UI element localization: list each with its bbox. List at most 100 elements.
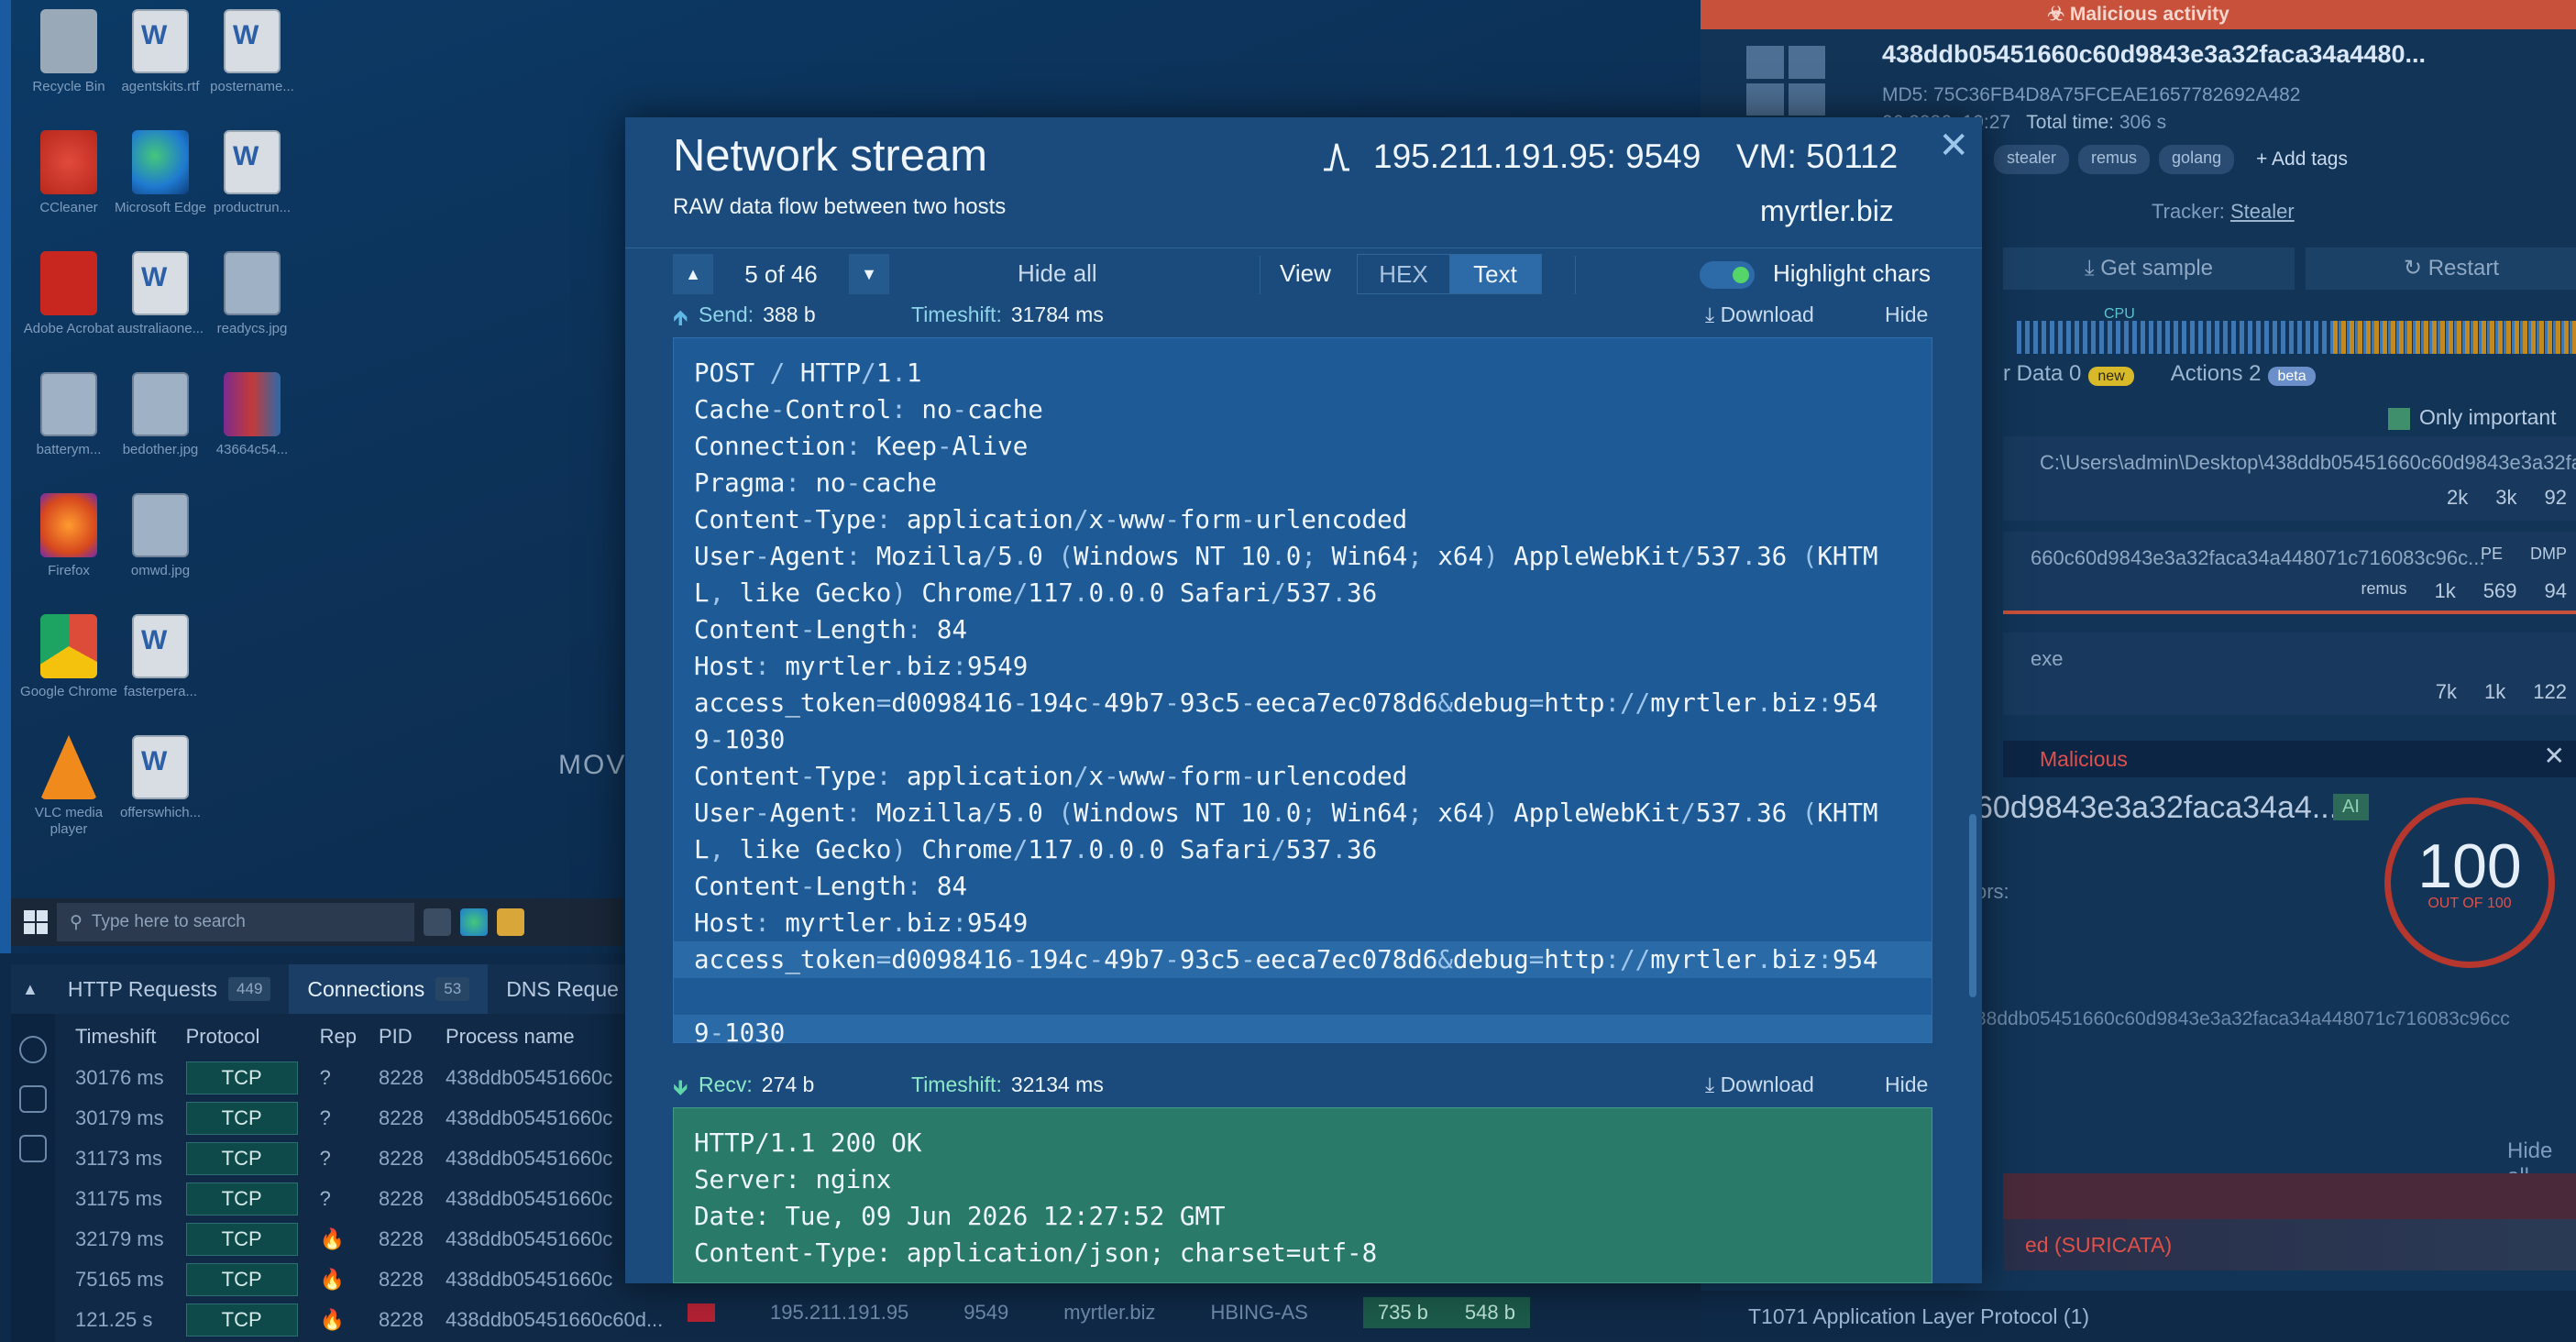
suricata-alert[interactable]: ed (SURICATA): [2003, 1219, 2576, 1270]
tracker-link[interactable]: Stealer: [2230, 200, 2295, 223]
tab-count: 53: [435, 977, 470, 1001]
payload-line: Content-Type: application/json; charset=…: [694, 1238, 1378, 1268]
desktop-icon[interactable]: Firefox: [18, 493, 119, 579]
column-header[interactable]: Rep: [309, 1016, 368, 1058]
table-row[interactable]: 30179 ms TCP? 8228 438ddb05451660c: [64, 1098, 674, 1138]
process-type-tags: PE DMP: [2481, 544, 2567, 564]
get-sample-label: Get sample: [2100, 256, 2213, 280]
tab-connections[interactable]: Connections 53: [289, 964, 489, 1014]
explorer-taskbar-icon[interactable]: [497, 908, 524, 936]
desktop-icon[interactable]: australiaone...: [110, 251, 211, 337]
desktop-icon[interactable]: productrun...: [202, 130, 303, 216]
process-row[interactable]: exe 7k 1k 122: [2003, 632, 2576, 715]
file-icon[interactable]: [19, 1085, 47, 1113]
collapse-icon[interactable]: ▲: [11, 964, 50, 1014]
desktop-icon[interactable]: Microsoft Edge: [110, 130, 211, 216]
tab-actions[interactable]: Actions 2 beta: [2171, 361, 2316, 387]
tag[interactable]: golang: [2159, 145, 2235, 174]
full-hash: 38ddb05451660c60d9843e3a32faca34a448071c…: [1976, 1008, 2510, 1029]
tab-count: 0: [2069, 361, 2082, 386]
recv-label: Recv: 274 b: [699, 1072, 814, 1097]
table-row[interactable]: 32179 ms TCP 🔥 8228 438ddb05451660c: [64, 1219, 674, 1260]
globe-icon[interactable]: [19, 1036, 47, 1063]
cell-timeshift: 30179 ms: [75, 1106, 164, 1129]
traffic-volume[interactable]: 735 b 548 b: [1362, 1297, 1530, 1328]
desktop-icon[interactable]: 43664c54...: [202, 372, 303, 458]
word-icon: [224, 9, 281, 73]
restart-label: Restart: [2427, 256, 2500, 280]
windows-start-icon[interactable]: [24, 910, 48, 934]
cell-protocol: TCP: [175, 1219, 309, 1260]
task-view-icon[interactable]: [424, 908, 451, 936]
payload-line: Content-Length: 84: [694, 615, 968, 644]
previous-button[interactable]: ▲: [673, 254, 713, 294]
hide-button[interactable]: Hide: [1885, 1072, 1928, 1097]
desktop-icon[interactable]: agentskits.rtf: [110, 9, 211, 95]
payload-line: access_token=d0098416-194c-49b7-93c5-eec…: [674, 941, 1932, 978]
hide-all-button[interactable]: Hide all: [1018, 259, 1097, 288]
column-header[interactable]: PID: [368, 1016, 435, 1058]
close-icon[interactable]: ✕: [1938, 125, 1969, 167]
column-header[interactable]: Protocol: [175, 1016, 309, 1058]
desktop-icon[interactable]: Google Chrome: [18, 614, 119, 700]
desktop-icon[interactable]: postername...: [202, 9, 303, 95]
add-tags-button[interactable]: + Add tags: [2243, 145, 2361, 174]
taskbar-search[interactable]: ⚲ Type here to search: [57, 903, 414, 941]
word-icon: [132, 614, 189, 678]
desktop-icon[interactable]: fasterpera...: [110, 614, 211, 700]
download-button[interactable]: ⤓ Download: [1705, 1072, 1814, 1097]
analysis-subtabs: r Data 0 new Actions 2 beta: [2003, 361, 2316, 387]
process-row[interactable]: 660c60d9843e3a32faca34a448071c716083c96c…: [2003, 532, 2576, 614]
tab-data[interactable]: r Data 0 new: [2003, 361, 2134, 387]
mitre-technique[interactable]: T1071 Application Layer Protocol (1): [1701, 1291, 2576, 1342]
edge-taskbar-icon[interactable]: [460, 908, 488, 936]
tab-label: r Data: [2003, 361, 2064, 386]
desktop-icon[interactable]: omwd.jpg: [110, 493, 211, 579]
received-bytes: 548 b: [1464, 1301, 1515, 1324]
ai-badge[interactable]: AI: [2333, 794, 2369, 820]
table-row[interactable]: 30176 ms TCP? 8228 438ddb05451660c: [64, 1058, 674, 1098]
process-stats: remus 1k 569 94: [2361, 579, 2567, 603]
restart-button[interactable]: ↻ Restart: [2306, 248, 2576, 290]
tab-dns-requests[interactable]: DNS Reque: [488, 964, 637, 1014]
get-sample-button[interactable]: ⤓ Get sample: [2003, 248, 2295, 290]
highlight-chars-toggle[interactable]: [1700, 261, 1755, 289]
desktop-icon[interactable]: offerswhich...: [110, 735, 211, 821]
desktop-icon[interactable]: VLC media player: [18, 735, 119, 838]
send-payload[interactable]: POST / HTTP/1.1 Cache-Control: no-cache …: [673, 337, 1932, 1043]
task-hash[interactable]: 438ddb05451660c60d9843e3a32faca34a4480..…: [1882, 40, 2426, 69]
only-important-checkbox[interactable]: Only important: [2388, 405, 2557, 430]
md5-label: MD5:: [1882, 84, 1929, 105]
remote-domain: myrtler.biz: [1063, 1301, 1156, 1324]
recv-header: 🡻 Recv: 274 b Timeshift: 32134 ms ⤓ Downlo…: [625, 1072, 1982, 1104]
recv-payload[interactable]: HTTP/1.1 200 OK Server: nginx Date: Tue,…: [673, 1107, 1932, 1283]
column-header[interactable]: Timeshift: [64, 1016, 175, 1058]
tab-http-requests[interactable]: HTTP Requests 449: [50, 964, 290, 1014]
tag[interactable]: remus: [2078, 145, 2151, 174]
bug-icon[interactable]: [19, 1135, 47, 1162]
download-arrow-icon: 🡻: [673, 1075, 688, 1099]
desktop-icon[interactable]: Adobe Acrobat: [18, 251, 119, 337]
table-row[interactable]: 75165 ms TCP 🔥 8228 438ddb05451660c: [64, 1260, 674, 1300]
process-row[interactable]: C:\Users\admin\Desktop\438ddb05451660c60…: [2003, 436, 2576, 521]
tags-row: stealer remus golang + Add tags: [1994, 145, 2361, 174]
desktop-icon[interactable]: CCleaner: [18, 130, 119, 216]
desktop-icon[interactable]: bedother.jpg: [110, 372, 211, 458]
modal-scrollbar[interactable]: [1969, 814, 1976, 997]
close-icon[interactable]: ✕: [2544, 741, 2565, 771]
table-row[interactable]: 31175 ms TCP? 8228 438ddb05451660c: [64, 1179, 674, 1219]
ccl-icon: [40, 130, 97, 194]
hex-view-button[interactable]: HEX: [1358, 255, 1449, 293]
download-button[interactable]: ⤓ Download: [1705, 302, 1814, 327]
text-view-button[interactable]: Text: [1449, 255, 1541, 293]
desktop-icon[interactable]: Recycle Bin: [18, 9, 119, 95]
desktop-icon[interactable]: batterym...: [18, 372, 119, 458]
table-row[interactable]: 31173 ms TCP? 8228 438ddb05451660c: [64, 1138, 674, 1179]
tag[interactable]: stealer: [1994, 145, 2070, 174]
cell-pid: 8228: [378, 1227, 424, 1250]
next-button[interactable]: ▼: [849, 254, 889, 294]
desktop-icon[interactable]: readycs.jpg: [202, 251, 303, 337]
vm-taskbar: ⚲ Type here to search: [11, 898, 623, 946]
table-row[interactable]: 121.25 s TCP 🔥 8228 438ddb05451660c60d...: [64, 1300, 674, 1340]
hide-button[interactable]: Hide: [1885, 302, 1928, 327]
